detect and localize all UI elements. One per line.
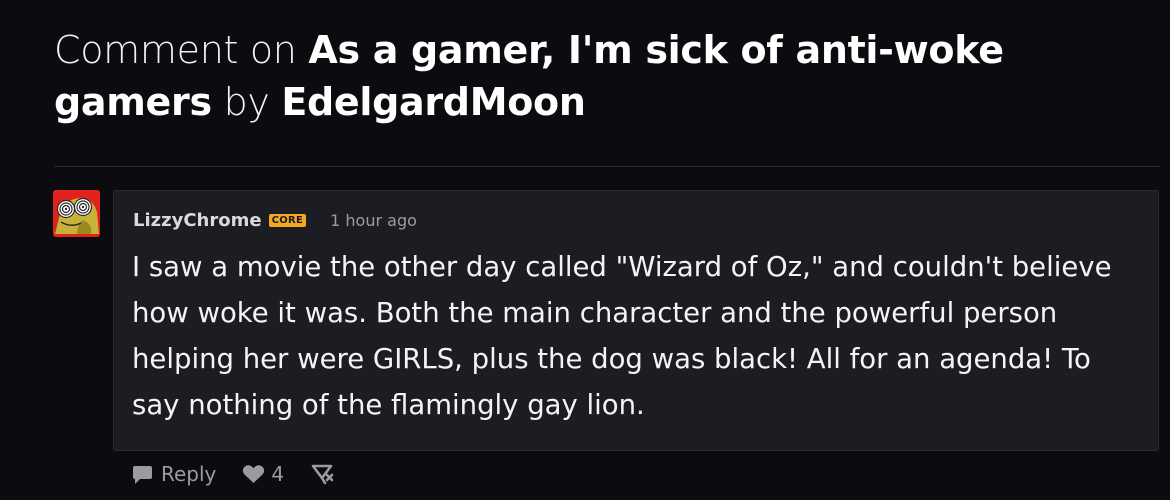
author-link[interactable]: EdelgardMoon: [281, 80, 586, 124]
core-badge: CORE: [268, 213, 307, 227]
like-count: 4: [271, 462, 285, 486]
comment-meta: LizzyChrome CORE 1 hour ago: [133, 209, 417, 231]
title-prefix: Comment on: [54, 28, 297, 72]
share-button[interactable]: [310, 463, 334, 485]
comment-timestamp[interactable]: 1 hour ago: [330, 211, 417, 230]
comment-body: I saw a movie the other day called "Wiza…: [132, 251, 1112, 421]
heart-icon: [242, 464, 265, 484]
page-title: Comment on As a gamer, I'm sick of anti-…: [54, 24, 1154, 128]
comment-actions: Reply 4: [132, 458, 334, 490]
reply-button[interactable]: Reply: [132, 462, 216, 486]
like-button[interactable]: 4: [242, 462, 284, 486]
divider: [54, 166, 1160, 167]
username-link[interactable]: LizzyChrome: [133, 210, 262, 231]
reply-label: Reply: [161, 462, 217, 486]
share-icon: [310, 463, 334, 485]
hypno-eyes-avatar-icon: [53, 190, 100, 237]
by-label: by: [223, 80, 270, 124]
comment-card: LizzyChrome CORE 1 hour ago I saw a movi…: [113, 190, 1159, 451]
avatar[interactable]: [53, 190, 100, 237]
speech-bubble-icon: [132, 464, 153, 485]
